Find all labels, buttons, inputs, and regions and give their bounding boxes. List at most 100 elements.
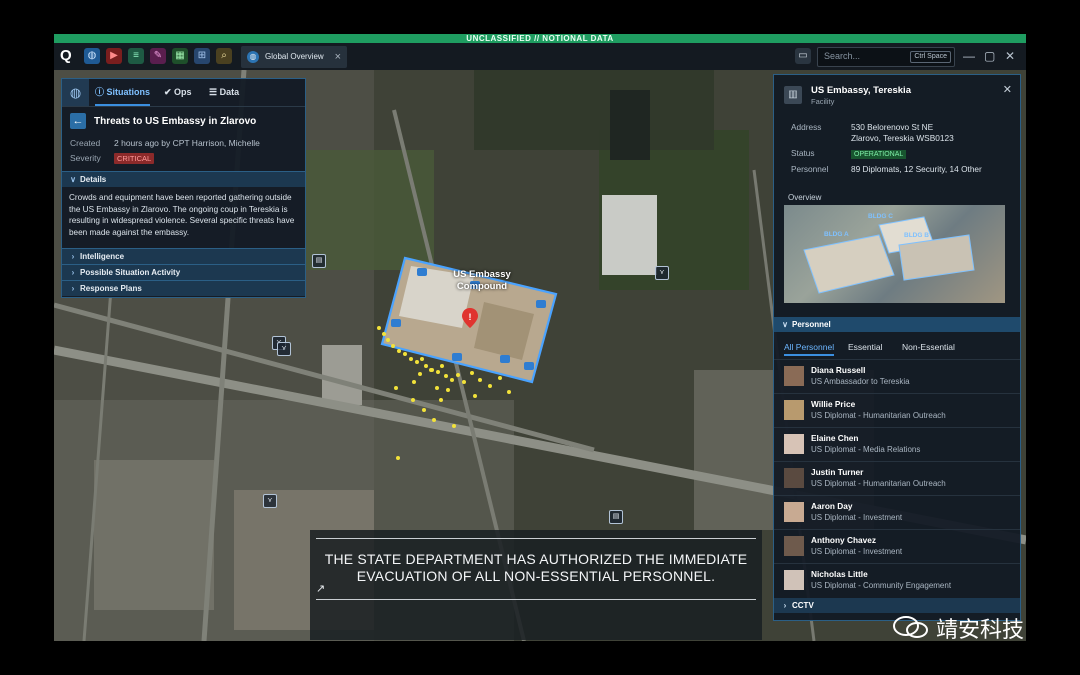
close-window-icon[interactable]: ✕: [1005, 49, 1015, 63]
situation-panel: ◍ ⓘ Situations ✔ Ops ☰ Data ← Threats to …: [61, 78, 306, 298]
chevron-right-icon: ›: [783, 601, 787, 610]
camera-icon[interactable]: [536, 300, 546, 308]
wechat-icon: [893, 615, 929, 639]
person-name: Elaine Chen: [811, 433, 859, 443]
person-role: US Diplomat - Investment: [811, 547, 903, 556]
section-situation-activity[interactable]: › Possible Situation Activity: [62, 264, 305, 280]
section-response-plans[interactable]: › Response Plans: [62, 280, 305, 296]
section-details[interactable]: ∨ Details: [62, 171, 305, 187]
watermark: 靖安科技: [936, 618, 1025, 643]
status-badge: OPERATIONAL: [851, 150, 907, 159]
chevron-down-icon: ∨: [782, 320, 788, 329]
avatar: [784, 400, 804, 420]
avatar: [784, 434, 804, 454]
globe-icon[interactable]: ◍: [84, 48, 100, 64]
pen-icon[interactable]: ✎: [150, 48, 166, 64]
tab-label: Global Overview: [265, 52, 324, 61]
app-logo-icon[interactable]: Q: [60, 48, 76, 64]
person-role: US Diplomat - Community Engagement: [811, 581, 952, 590]
graph-icon[interactable]: ⊞: [194, 48, 210, 64]
severity-row: Severity CRITICAL: [70, 153, 155, 164]
person-name: Nicholas Little: [811, 569, 868, 579]
personnel-count: 89 Diplomats, 12 Security, 14 Other: [851, 164, 982, 174]
person-name: Justin Turner: [811, 467, 864, 477]
avatar: [784, 366, 804, 386]
minimize-icon[interactable]: —: [963, 49, 975, 63]
globe-icon: ◍: [247, 51, 259, 63]
alert-pin-icon[interactable]: !: [462, 308, 478, 328]
play-icon[interactable]: ▶: [106, 48, 122, 64]
caption-bottom-rule: [316, 599, 756, 600]
embassy-compound-label: US Embassy Compound: [437, 269, 527, 293]
chevron-right-icon: ›: [71, 284, 75, 293]
created-row: Created 2 hours ago by CPT Harrison, Mich…: [70, 138, 260, 148]
section-intelligence[interactable]: › Intelligence: [62, 248, 305, 264]
close-icon[interactable]: ×: [335, 46, 341, 68]
avatar: [784, 536, 804, 556]
search-input[interactable]: Search... Ctrl Space: [817, 47, 955, 67]
search-doc-icon[interactable]: ⌕: [216, 48, 232, 64]
tab-essential[interactable]: Essential: [848, 342, 883, 352]
tab-global-overview[interactable]: ◍ Global Overview ×: [241, 46, 347, 68]
tab-data[interactable]: ☰ Data: [209, 79, 239, 106]
panel-tabs: ◍ ⓘ Situations ✔ Ops ☰ Data: [62, 79, 305, 107]
tab-non-essential[interactable]: Non-Essential: [902, 342, 955, 352]
bldg-c-label: BLDG C: [868, 213, 893, 220]
list-item[interactable]: Elaine Chen US Diplomat - Media Relation…: [774, 427, 1020, 461]
list-item[interactable]: Willie Price US Diplomat - Humanitarian …: [774, 393, 1020, 427]
search-shortcut: Ctrl Space: [910, 51, 951, 63]
address-line2: Zlarovo, Tereskia WSB0123: [851, 133, 954, 143]
section-personnel[interactable]: ∨ Personnel: [774, 317, 1020, 332]
tab-ops[interactable]: ✔ Ops: [164, 79, 192, 106]
camera-icon[interactable]: [417, 268, 427, 276]
chevron-down-icon: ∨: [70, 175, 76, 184]
document-icon[interactable]: ▤: [312, 254, 326, 268]
bldg-b-label: BLDG B: [904, 232, 929, 239]
toolbar: Q ◍ ▶ ≡ ✎ ▦ ⊞ ⌕ ◍ Global Overview × ▭ Se…: [54, 43, 1026, 71]
personnel-row: Personnel 89 Diplomats, 12 Security, 14 …: [791, 164, 1021, 176]
camera-icon[interactable]: [524, 362, 534, 370]
svg-text:!: !: [469, 312, 472, 322]
avatar: [784, 468, 804, 488]
overview-image[interactable]: BLDG A BLDG B BLDG C: [784, 205, 1005, 303]
signal-icon[interactable]: ⋎: [277, 342, 291, 356]
list-item[interactable]: Nicholas Little US Diplomat - Community …: [774, 563, 1020, 597]
camera-icon[interactable]: [452, 353, 462, 361]
signal-icon[interactable]: ⋎: [655, 266, 669, 280]
list-item[interactable]: Aaron Day US Diplomat - Investment: [774, 495, 1020, 529]
list-item[interactable]: Anthony Chavez US Diplomat - Investment: [774, 529, 1020, 563]
maximize-icon[interactable]: ▢: [984, 49, 995, 63]
details-text: Crowds and equipment have been reported …: [69, 193, 295, 237]
list-item[interactable]: Diana Russell US Ambassador to Tereskia: [774, 359, 1020, 393]
signal-icon[interactable]: ⋎: [263, 494, 277, 508]
created-value: 2 hours ago by CPT Harrison, Michelle: [114, 138, 260, 148]
back-arrow-icon[interactable]: ←: [70, 113, 86, 130]
list-item[interactable]: Justin Turner US Diplomat - Humanitarian…: [774, 461, 1020, 495]
caption-overlay: THE STATE DEPARTMENT HAS AUTHORIZED THE …: [310, 530, 762, 640]
map-view[interactable]: ! US Embassy Compound ▤ ⋎ ⋎ ⋎ ⋎ ▤ ◍ ⓘ Si…: [54, 70, 1026, 641]
arrow-icon: ↗: [316, 583, 326, 595]
situation-title-text: Threats to US Embassy in Zlarovo: [94, 116, 257, 127]
person-name: Anthony Chavez: [811, 535, 876, 545]
document-icon[interactable]: ▤: [609, 510, 623, 524]
tab-all-personnel[interactable]: All Personnel: [784, 342, 835, 356]
chevron-right-icon: ›: [71, 268, 75, 277]
table-icon[interactable]: ▦: [172, 48, 188, 64]
caption-top-rule: [316, 538, 756, 539]
camera-icon[interactable]: [391, 319, 401, 327]
facility-panel: ▥ US Embassy, Tereskia Facility ✕ Addres…: [773, 74, 1021, 621]
globe-icon[interactable]: ◍: [62, 79, 89, 106]
camera-icon[interactable]: [500, 355, 510, 363]
person-name: Willie Price: [811, 399, 856, 409]
person-role: US Diplomat - Humanitarian Outreach: [811, 411, 946, 420]
person-name: Aaron Day: [811, 501, 853, 511]
situation-title: ← Threats to US Embassy in Zlarovo: [70, 113, 256, 131]
classification-banner: UNCLASSIFIED // NOTIONAL DATA: [54, 34, 1026, 43]
person-role: US Diplomat - Humanitarian Outreach: [811, 479, 946, 488]
tab-situations[interactable]: ⓘ Situations: [95, 79, 151, 106]
chat-icon[interactable]: ▭: [795, 48, 811, 64]
list-icon[interactable]: ≡: [128, 48, 144, 64]
section-cctv[interactable]: › CCTV: [774, 598, 1020, 613]
close-icon[interactable]: ✕: [1003, 83, 1012, 96]
search-placeholder: Search...: [824, 51, 861, 61]
